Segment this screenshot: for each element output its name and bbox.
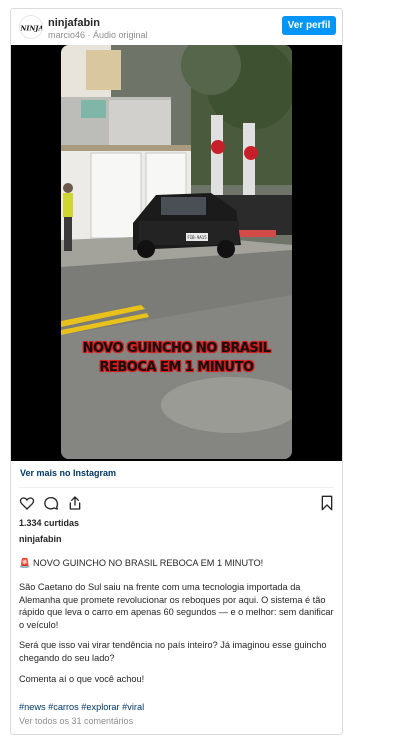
avatar[interactable]: NINJA: [19, 15, 43, 39]
post-audio-subline[interactable]: marcio46 · Áudio original: [48, 30, 148, 40]
view-profile-button[interactable]: Ver perfil: [282, 16, 336, 35]
caption-body: São Caetano do Sul saiu na frente com um…: [19, 582, 334, 630]
avatar-logo-icon: NINJA: [20, 16, 43, 38]
bookmark-icon[interactable]: [320, 495, 334, 511]
divider: [19, 487, 334, 488]
instagram-embed-card: NINJA ninjafabin marcio46 · Áudio origin…: [10, 8, 343, 735]
heart-icon[interactable]: [19, 495, 35, 511]
video-frame[interactable]: FIB-9A15 NOVO GUINCHO NO BRASIL REBOCA E…: [61, 45, 292, 459]
comment-icon[interactable]: [43, 495, 59, 511]
view-more-on-instagram-link[interactable]: Ver mais no Instagram: [20, 468, 116, 478]
caption-call-to-action: Comenta aí o que você achou!: [19, 674, 145, 684]
avatar-text: NINJA: [20, 25, 43, 33]
share-icon[interactable]: [67, 495, 83, 511]
likes-count[interactable]: 1.334 curtidas: [19, 518, 79, 528]
video-overlay-headline: NOVO GUINCHO NO BRASIL: [82, 341, 271, 356]
caption-headline: 🚨 NOVO GUINCHO NO BRASIL REBOCA EM 1 MIN…: [19, 558, 264, 568]
media-area[interactable]: FIB-9A15 NOVO GUINCHO NO BRASIL REBOCA E…: [11, 45, 342, 461]
caption-hashtags[interactable]: #news #carros #explorar #viral: [19, 701, 337, 714]
post-header: NINJA ninjafabin marcio46 · Áudio origin…: [11, 9, 342, 45]
post-username[interactable]: ninjafabin: [48, 17, 100, 29]
view-all-comments-link[interactable]: Ver todos os 31 comentários: [19, 716, 133, 726]
caption-username[interactable]: ninjafabin: [19, 534, 62, 544]
video-overlay-subheadline: REBOCA EM 1 MINUTO: [99, 360, 254, 375]
street-scene-image: FIB-9A15: [61, 45, 292, 459]
license-plate-text: FIB-9A15: [187, 235, 207, 240]
caption-question: Será que isso vai virar tendência no paí…: [19, 640, 327, 663]
